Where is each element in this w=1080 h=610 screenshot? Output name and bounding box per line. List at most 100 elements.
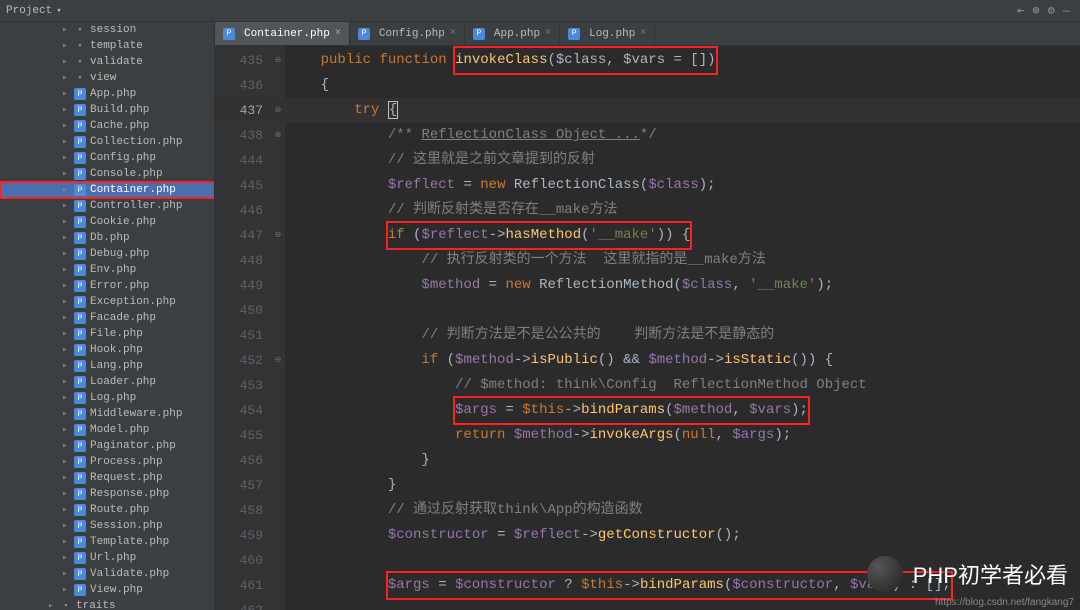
- tree-item-traits[interactable]: ▸▪traits: [0, 598, 214, 610]
- tree-item-response-php[interactable]: ▸PResponse.php: [0, 486, 214, 502]
- tree-item-session-php[interactable]: ▸PSession.php: [0, 518, 214, 534]
- tree-item-loader-php[interactable]: ▸PLoader.php: [0, 374, 214, 390]
- tree-item-template[interactable]: ▸▪template: [0, 38, 214, 54]
- tree-item-request-php[interactable]: ▸PRequest.php: [0, 470, 214, 486]
- fold-icon[interactable]: ⊖: [275, 348, 281, 373]
- line-number[interactable]: 455: [215, 423, 285, 448]
- tree-item-label: session: [90, 24, 136, 36]
- tree-item-template-php[interactable]: ▸PTemplate.php: [0, 534, 214, 550]
- collapse-icon[interactable]: ⇤: [1017, 3, 1024, 18]
- line-number[interactable]: 452⊖: [215, 348, 285, 373]
- tree-item-lang-php[interactable]: ▸PLang.php: [0, 358, 214, 374]
- line-number[interactable]: 445: [215, 173, 285, 198]
- tree-item-url-php[interactable]: ▸PUrl.php: [0, 550, 214, 566]
- tree-item-app-php[interactable]: ▸PApp.php: [0, 86, 214, 102]
- tree-item-env-php[interactable]: ▸PEnv.php: [0, 262, 214, 278]
- tree-item-label: Error.php: [90, 280, 149, 292]
- tree-item-validate-php[interactable]: ▸PValidate.php: [0, 566, 214, 582]
- tree-item-label: Template.php: [90, 536, 169, 548]
- tree-item-container-php[interactable]: ▸PContainer.php: [0, 182, 214, 198]
- tree-item-label: template: [90, 40, 143, 52]
- tree-item-console-php[interactable]: ▸PConsole.php: [0, 166, 214, 182]
- line-number[interactable]: 456: [215, 448, 285, 473]
- tree-item-cookie-php[interactable]: ▸PCookie.php: [0, 214, 214, 230]
- tree-item-build-php[interactable]: ▸PBuild.php: [0, 102, 214, 118]
- folder-icon: ▪: [74, 56, 86, 68]
- tab-app-php[interactable]: PApp.php×: [465, 22, 560, 45]
- line-number[interactable]: 451: [215, 323, 285, 348]
- tree-item-label: Response.php: [90, 488, 169, 500]
- tree-item-label: Validate.php: [90, 568, 169, 580]
- fold-icon[interactable]: ⊖: [275, 223, 281, 248]
- tree-item-error-php[interactable]: ▸PError.php: [0, 278, 214, 294]
- tree-item-log-php[interactable]: ▸PLog.php: [0, 390, 214, 406]
- settings-icon[interactable]: ⚙: [1048, 3, 1055, 18]
- tree-item-middleware-php[interactable]: ▸PMiddleware.php: [0, 406, 214, 422]
- tree-item-label: Url.php: [90, 552, 136, 564]
- hide-icon[interactable]: —: [1063, 4, 1070, 18]
- line-number[interactable]: 458: [215, 498, 285, 523]
- tab-log-php[interactable]: PLog.php×: [560, 22, 655, 45]
- tree-item-facade-php[interactable]: ▸PFacade.php: [0, 310, 214, 326]
- tree-item-label: Lang.php: [90, 360, 143, 372]
- tree-item-paginator-php[interactable]: ▸PPaginator.php: [0, 438, 214, 454]
- tree-item-process-php[interactable]: ▸PProcess.php: [0, 454, 214, 470]
- line-number[interactable]: 457: [215, 473, 285, 498]
- tree-item-hook-php[interactable]: ▸PHook.php: [0, 342, 214, 358]
- line-number[interactable]: 448: [215, 248, 285, 273]
- line-number[interactable]: 437⊖: [215, 98, 285, 123]
- line-number[interactable]: 438⊕: [215, 123, 285, 148]
- tree-item-view-php[interactable]: ▸PView.php: [0, 582, 214, 598]
- line-number[interactable]: 460: [215, 548, 285, 573]
- tree-item-db-php[interactable]: ▸PDb.php: [0, 230, 214, 246]
- project-label[interactable]: Project ▾: [6, 5, 62, 17]
- php-icon: P: [74, 232, 86, 244]
- close-icon[interactable]: ×: [450, 28, 456, 39]
- tree-item-file-php[interactable]: ▸PFile.php: [0, 326, 214, 342]
- tree-item-label: Process.php: [90, 456, 163, 468]
- line-number[interactable]: 461: [215, 573, 285, 598]
- line-number[interactable]: 459: [215, 523, 285, 548]
- locate-icon[interactable]: ⊕: [1032, 3, 1039, 18]
- tab-container-php[interactable]: PContainer.php×: [215, 22, 350, 45]
- tree-item-label: Db.php: [90, 232, 130, 244]
- php-icon: P: [74, 344, 86, 356]
- close-icon[interactable]: ×: [335, 28, 341, 39]
- tree-item-label: File.php: [90, 328, 143, 340]
- line-number[interactable]: 446: [215, 198, 285, 223]
- tree-item-collection-php[interactable]: ▸PCollection.php: [0, 134, 214, 150]
- line-number[interactable]: 449: [215, 273, 285, 298]
- php-icon: P: [74, 376, 86, 388]
- php-icon: P: [74, 520, 86, 532]
- project-tree[interactable]: ▸▪session▸▪template▸▪validate▸▪view▸PApp…: [0, 22, 215, 610]
- tree-item-route-php[interactable]: ▸PRoute.php: [0, 502, 214, 518]
- tree-item-debug-php[interactable]: ▸PDebug.php: [0, 246, 214, 262]
- line-number[interactable]: 454: [215, 398, 285, 423]
- tree-item-model-php[interactable]: ▸PModel.php: [0, 422, 214, 438]
- tree-item-session[interactable]: ▸▪session: [0, 22, 214, 38]
- tab-config-php[interactable]: PConfig.php×: [350, 22, 465, 45]
- tree-item-config-php[interactable]: ▸PConfig.php: [0, 150, 214, 166]
- tree-item-exception-php[interactable]: ▸PException.php: [0, 294, 214, 310]
- php-icon: P: [74, 120, 86, 132]
- line-number[interactable]: 450: [215, 298, 285, 323]
- tree-item-controller-php[interactable]: ▸PController.php: [0, 198, 214, 214]
- tree-item-cache-php[interactable]: ▸PCache.php: [0, 118, 214, 134]
- tree-item-view[interactable]: ▸▪view: [0, 70, 214, 86]
- close-icon[interactable]: ×: [545, 28, 551, 39]
- close-icon[interactable]: ×: [640, 28, 646, 39]
- fold-icon[interactable]: ⊕: [275, 123, 281, 148]
- tree-item-validate[interactable]: ▸▪validate: [0, 54, 214, 70]
- fold-icon[interactable]: ⊖: [275, 98, 281, 123]
- php-icon: P: [74, 536, 86, 548]
- line-number[interactable]: 435⊖: [215, 48, 285, 73]
- code[interactable]: public function invokeClass($class, $var…: [285, 46, 1080, 610]
- line-number[interactable]: 462: [215, 598, 285, 610]
- fold-icon[interactable]: ⊖: [275, 48, 281, 73]
- line-number[interactable]: 447⊖: [215, 223, 285, 248]
- php-icon: P: [74, 584, 86, 596]
- project-toolbar: Project ▾ ⇤ ⊕ ⚙ —: [0, 0, 1080, 22]
- line-number[interactable]: 444: [215, 148, 285, 173]
- line-number[interactable]: 453: [215, 373, 285, 398]
- line-number[interactable]: 436: [215, 73, 285, 98]
